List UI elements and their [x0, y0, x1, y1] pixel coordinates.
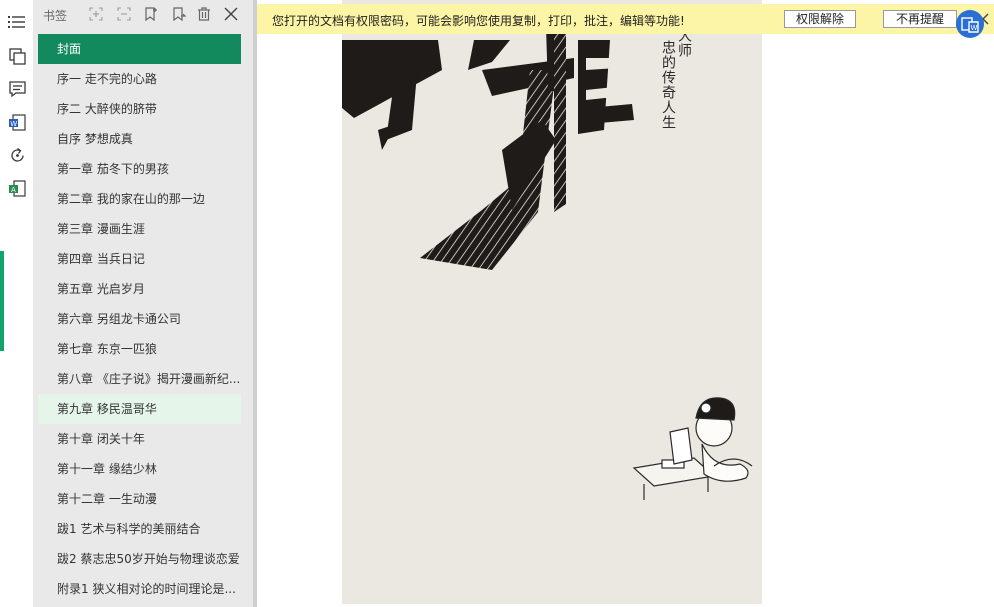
bookmark-item[interactable]: 跋2 蔡志忠50岁开始与物理谈恋爱 [38, 544, 241, 574]
bookmark-panel: 书签 封面 序一 走不完的心路 序二 大醉侠的脐带 自序 梦想成真 第一章 茄冬… [33, 0, 253, 607]
cover-subtitle: 忠的传奇人生 [660, 40, 676, 130]
pdf-convert-icon[interactable]: W [956, 10, 984, 38]
svg-text:W: W [971, 24, 978, 32]
dont-remind-button[interactable]: 不再提醒 [883, 10, 957, 28]
rotate-icon[interactable] [8, 146, 26, 164]
bookmark-item[interactable]: 第十章 闭关十年 [38, 424, 241, 454]
bookmark-item[interactable]: 跋1 艺术与科学的美丽结合 [38, 514, 241, 544]
translate-icon[interactable]: A [8, 179, 26, 197]
bookmark-item[interactable]: 第六章 另组龙卡通公司 [38, 304, 241, 334]
unlock-permission-button[interactable]: 权限解除 [784, 10, 856, 28]
bookmark-item[interactable]: 第八章 《庄子说》揭开漫画新纪... [38, 364, 241, 394]
svg-text:W: W [10, 120, 17, 128]
bookmark-item[interactable]: 第七章 东京一匹狼 [38, 334, 241, 364]
bookmark-item[interactable]: 第三章 漫画生涯 [38, 214, 241, 244]
bookmark-item[interactable]: 封面 [38, 34, 241, 64]
bookmark-item[interactable]: 序一 走不完的心路 [38, 64, 241, 94]
document-viewport[interactable]: 大师 忠的传奇人生 您打开的文档有权限密码，可能会影响您使用复制，打印，批注，编… [257, 0, 994, 607]
add-child-bookmark-icon[interactable] [171, 6, 187, 22]
panel-toggle-handle[interactable] [0, 251, 4, 351]
bookmark-item[interactable]: 第九章 移民温哥华 [38, 394, 241, 424]
book-cover-page: 大师 忠的传奇人生 [342, 0, 762, 604]
bookmark-panel-header: 书签 [33, 0, 253, 30]
svg-text:A: A [11, 186, 16, 194]
bookmark-item[interactable]: 第十二章 一生动漫 [38, 484, 241, 514]
outline-icon[interactable] [8, 13, 26, 31]
thumbnails-icon[interactable] [8, 47, 26, 65]
bookmark-item[interactable]: 第十一章 缘结少林 [38, 454, 241, 484]
bookmark-item[interactable]: 第一章 茄冬下的男孩 [38, 154, 241, 184]
close-icon[interactable] [223, 6, 239, 22]
comments-icon[interactable] [8, 80, 26, 98]
bookmark-item[interactable]: 序二 大醉侠的脐带 [38, 94, 241, 124]
add-bookmark-icon[interactable] [143, 6, 159, 22]
expand-all-icon[interactable] [88, 6, 104, 22]
bookmark-panel-title: 书签 [43, 9, 68, 23]
cover-illustration [342, 26, 753, 500]
bookmark-item[interactable]: 自序 梦想成真 [38, 124, 241, 154]
permission-notice-bar: 您打开的文档有权限密码，可能会影响您使用复制，打印，批注，编辑等功能! 权限解除… [257, 4, 994, 34]
pdf-to-word-icon[interactable]: W [8, 113, 26, 131]
bookmark-item[interactable]: 第四章 当兵日记 [38, 244, 241, 274]
bookmark-item[interactable]: 附录1 狭义相对论的时间理论是... [38, 574, 241, 604]
delete-bookmark-icon[interactable] [196, 6, 212, 22]
permission-notice-text: 您打开的文档有权限密码，可能会影响您使用复制，打印，批注，编辑等功能! [272, 14, 685, 28]
collapse-all-icon[interactable] [116, 6, 132, 22]
left-icon-rail: W A [0, 0, 33, 607]
bookmark-item[interactable]: 第五章 光启岁月 [38, 274, 241, 304]
bookmark-list: 封面 序一 走不完的心路 序二 大醉侠的脐带 自序 梦想成真 第一章 茄冬下的男孩 第二章… [38, 34, 241, 604]
bookmark-item[interactable]: 第二章 我的家在山的那一边 [38, 184, 241, 214]
